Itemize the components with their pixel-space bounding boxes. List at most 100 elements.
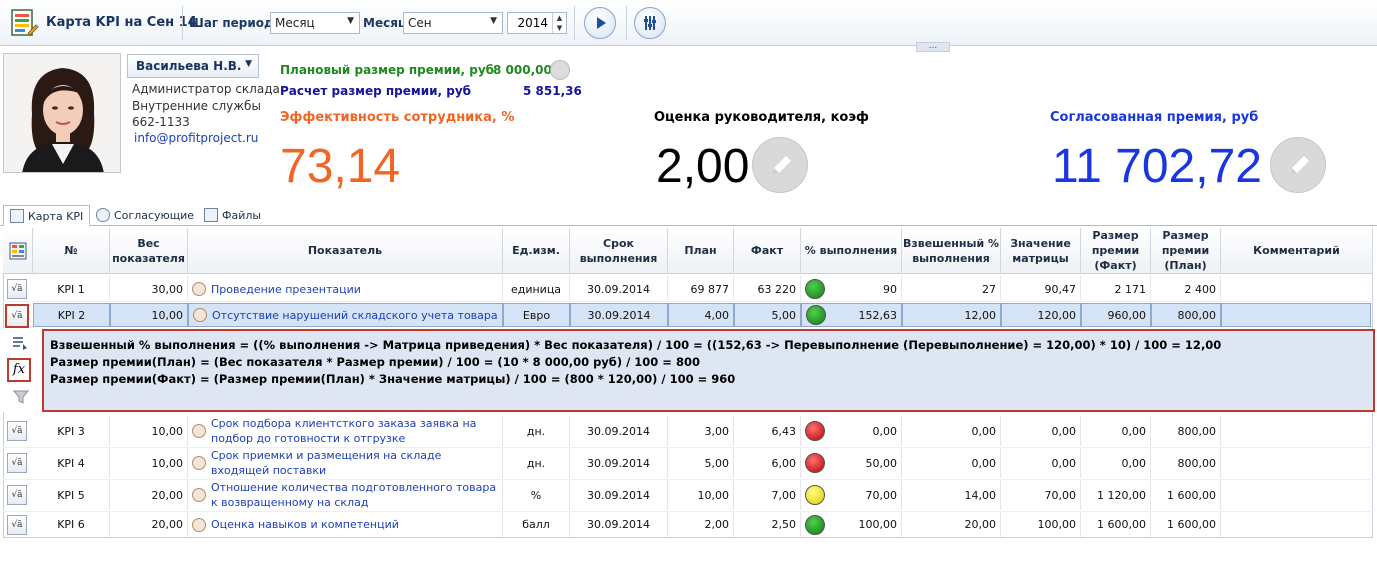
settings-button[interactable] <box>634 7 666 39</box>
hand-icon[interactable] <box>550 60 570 80</box>
cell-bonus-fact: 0,00 <box>1081 416 1151 446</box>
cell-fact: 7,00 <box>734 480 801 510</box>
cell-pct: 90 <box>801 276 902 302</box>
filter-icon[interactable] <box>12 389 30 405</box>
cell-indicator[interactable]: Отсутствие нарушений складского учета то… <box>188 303 503 327</box>
pct-value: 100,00 <box>858 518 898 531</box>
cell-bonus-fact: 960,00 <box>1081 303 1151 327</box>
year-spinner[interactable]: 2014 ▲ ▼ <box>507 12 567 34</box>
formula-line-bonus-fact: Размер премии(Факт) = (Размер премии(Пла… <box>50 372 736 386</box>
status-light-green <box>805 279 825 299</box>
tab-files[interactable]: Файлы <box>198 205 267 226</box>
col-header-unit[interactable]: Ед.изм. <box>503 228 570 274</box>
calc-bonus-value: 5 851,36 <box>523 84 582 98</box>
cell-pct: 70,00 <box>801 480 902 510</box>
employee-select[interactable]: Васильева Н.В. ▼ <box>127 54 259 78</box>
cell-pct: 152,63 <box>801 303 902 327</box>
cell-bonus-fact: 2 171 <box>1081 276 1151 302</box>
row-formula-button[interactable]: √ā <box>7 421 27 441</box>
cell-unit: Евро <box>503 303 570 327</box>
month-select[interactable]: Сен ▼ <box>403 12 503 34</box>
cell-indicator[interactable]: Проведение презентации <box>188 276 503 302</box>
cell-num: KPI 5 <box>33 480 110 510</box>
indicator-link[interactable]: Отношение количества подготовленного тов… <box>211 480 498 510</box>
status-light-green <box>806 305 826 325</box>
cell-num: KPI 6 <box>33 512 110 537</box>
col-header-comment[interactable]: Комментарий <box>1221 228 1373 274</box>
cell-num: KPI 4 <box>33 448 110 478</box>
cell-unit: единица <box>503 276 570 302</box>
tab-approvers[interactable]: Согласующие <box>90 205 200 226</box>
fx-icon[interactable]: fx <box>7 358 31 382</box>
collapse-handle[interactable]: ... <box>916 42 950 52</box>
cell-matrix: 120,00 <box>1001 303 1081 327</box>
cell-num: KPI 3 <box>33 416 110 446</box>
cell-deadline: 30.09.2014 <box>570 416 668 446</box>
row-formula-button[interactable]: √ā <box>7 453 27 473</box>
list-settings-icon[interactable] <box>11 335 29 351</box>
play-button[interactable] <box>584 7 616 39</box>
cell-plan: 3,00 <box>668 416 734 446</box>
pencil-icon <box>1290 156 1309 175</box>
indicator-icon <box>192 456 206 470</box>
indicator-link[interactable]: Проведение презентации <box>211 283 361 296</box>
row-formula-button[interactable]: √ā <box>7 515 27 535</box>
cell-plan: 5,00 <box>668 448 734 478</box>
cell-fact: 63 220 <box>734 276 801 302</box>
col-header-weighted[interactable]: Взвешенный % выполнения <box>902 228 1001 274</box>
cell-comment[interactable] <box>1221 303 1371 327</box>
row-formula-button[interactable]: √ā <box>5 304 29 328</box>
indicator-icon <box>192 282 206 296</box>
edit-agreed-bonus-button[interactable] <box>1270 137 1326 193</box>
status-light-red <box>805 421 825 441</box>
plan-bonus-value: 8 000,00 <box>493 63 552 77</box>
cell-deadline: 30.09.2014 <box>570 512 668 537</box>
cell-plan: 10,00 <box>668 480 734 510</box>
col-header-pct[interactable]: % выполнения <box>801 228 902 274</box>
col-header-fact[interactable]: Факт <box>734 228 801 274</box>
indicator-link[interactable]: Оценка навыков и компетенций <box>211 518 399 531</box>
col-header-bonus-fact[interactable]: Размер премии (Факт) <box>1081 228 1151 274</box>
cell-fact: 2,50 <box>734 512 801 537</box>
tab-label: Согласующие <box>114 209 195 222</box>
spinner-arrows-icon[interactable]: ▲ ▼ <box>552 13 566 33</box>
cell-weight: 10,00 <box>110 448 188 478</box>
indicator-link[interactable]: Срок подбора клиентсткого заказа заявка … <box>211 416 498 446</box>
indicator-link[interactable]: Отсутствие нарушений складского учета то… <box>212 309 498 322</box>
pct-value: 90 <box>883 282 897 296</box>
row-formula-button[interactable]: √ā <box>7 485 27 505</box>
cell-pct: 100,00 <box>801 512 902 537</box>
period-step-select[interactable]: Месяц ▼ <box>270 12 360 34</box>
cell-indicator[interactable]: Отношение количества подготовленного тов… <box>188 480 503 510</box>
cell-deadline: 30.09.2014 <box>570 276 668 302</box>
col-header-deadline[interactable]: Срок выполнения <box>570 228 668 274</box>
cell-plan: 69 877 <box>668 276 734 302</box>
row-formula-button[interactable]: √ā <box>7 279 27 299</box>
col-header-bonus-plan[interactable]: Размер премии (План) <box>1151 228 1221 274</box>
pencil-icon <box>772 156 791 175</box>
year-value: 2014 <box>517 16 548 30</box>
cell-indicator[interactable]: Срок подбора клиентсткого заказа заявка … <box>188 416 503 446</box>
col-header-matrix[interactable]: Значение матрицы <box>1001 228 1081 274</box>
edit-manager-rating-button[interactable] <box>752 137 808 193</box>
col-header-weight[interactable]: Вес показателя <box>110 228 188 274</box>
col-header-num[interactable]: № <box>33 228 110 274</box>
cell-bonus-plan: 800,00 <box>1151 303 1221 327</box>
employee-position: Администратор склада <box>132 82 280 96</box>
pct-value: 0,00 <box>872 424 898 438</box>
col-header-plan[interactable]: План <box>668 228 734 274</box>
employee-email-link[interactable]: info@profitproject.ru <box>134 131 258 145</box>
cell-indicator[interactable]: Срок приемки и размещения на складе вход… <box>188 448 503 478</box>
cell-weighted: 12,00 <box>902 303 1001 327</box>
employee-photo <box>3 53 121 173</box>
tab-kpi-card[interactable]: Карта KPI <box>3 205 91 226</box>
cell-indicator[interactable]: Оценка навыков и компетенций <box>188 512 503 537</box>
window-title: Карта KPI на Сен 14 <box>46 15 197 30</box>
indicator-link[interactable]: Срок приемки и размещения на складе вход… <box>211 448 498 478</box>
col-header-indicator[interactable]: Показатель <box>188 228 503 274</box>
plan-bonus-label: Плановый размер премии, руб <box>280 63 495 77</box>
cell-weighted: 20,00 <box>902 512 1001 537</box>
sliders-icon <box>644 16 656 30</box>
kpi-card-icon <box>9 8 39 38</box>
column-chooser-button[interactable] <box>3 228 33 274</box>
